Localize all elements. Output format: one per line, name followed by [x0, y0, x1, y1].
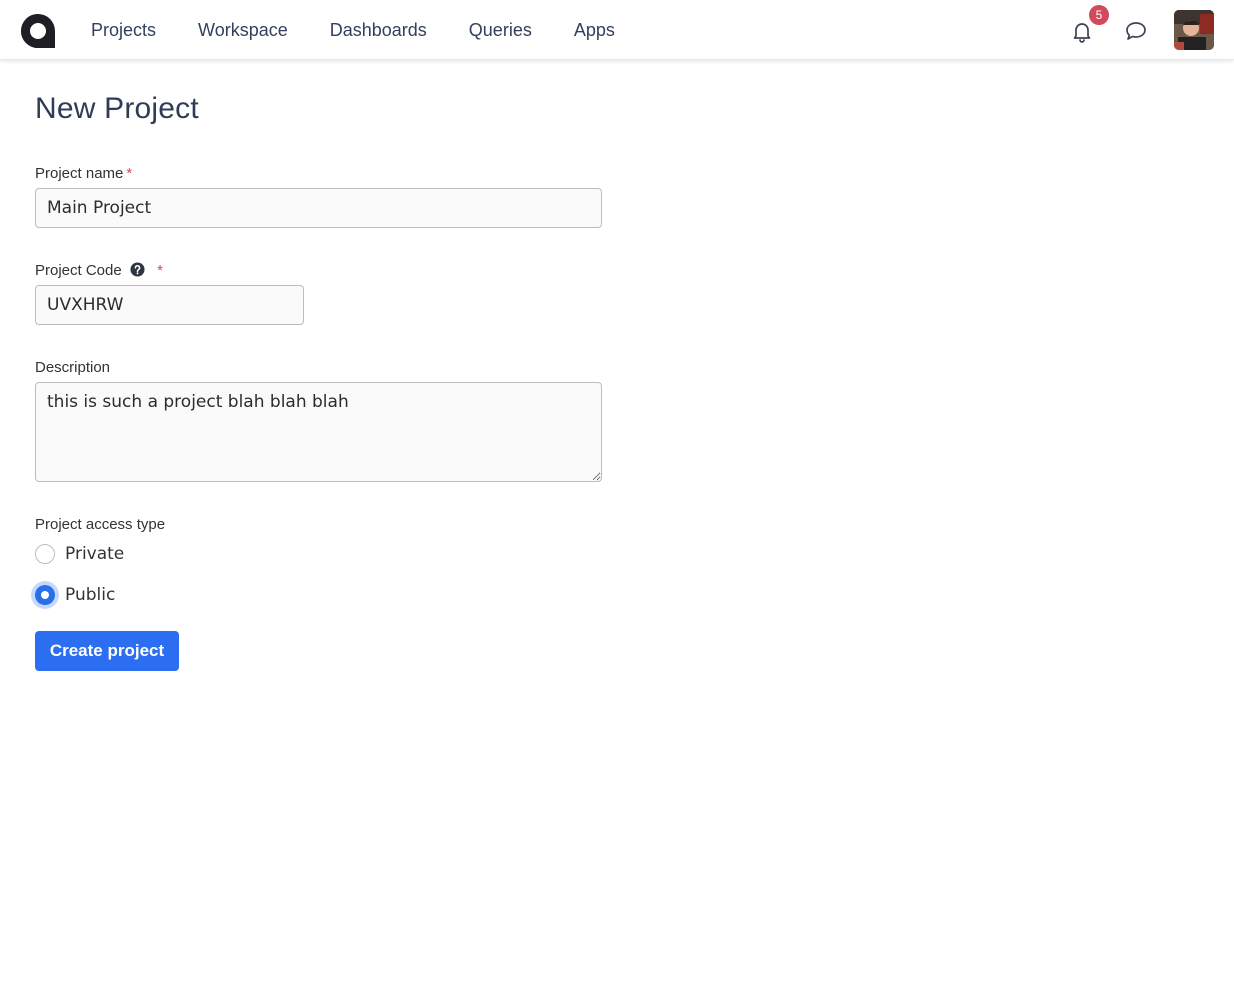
radio-private-label: Private [65, 544, 125, 564]
project-name-input[interactable] [35, 188, 602, 228]
top-navbar: Projects Workspace Dashboards Queries Ap… [0, 0, 1234, 60]
access-option-public[interactable]: Public [35, 585, 115, 605]
nav-item-projects[interactable]: Projects [70, 0, 177, 60]
required-marker: * [157, 262, 163, 279]
access-option-private[interactable]: Private [35, 544, 124, 564]
notification-count-badge: 5 [1089, 5, 1109, 25]
create-project-button[interactable]: Create project [35, 631, 179, 671]
required-marker: * [126, 165, 133, 182]
description-label: Description [35, 359, 111, 376]
app-logo-icon[interactable] [20, 13, 56, 49]
project-code-label: Project Code * [35, 262, 163, 279]
question-circle-icon[interactable] [130, 262, 145, 277]
project-name-label: Project name * [35, 165, 132, 182]
access-type-label: Project access type [35, 516, 166, 533]
radio-public[interactable] [35, 585, 55, 605]
project-code-label-text: Project Code [35, 262, 122, 279]
page-title: New Project [35, 92, 199, 125]
chat-bubble-icon[interactable] [1124, 19, 1148, 43]
nav-item-apps[interactable]: Apps [553, 0, 636, 60]
description-textarea[interactable]: this is such a project blah blah blah [35, 382, 602, 482]
nav-item-workspace[interactable]: Workspace [177, 0, 309, 60]
project-code-input[interactable] [35, 285, 304, 325]
nav-item-dashboards[interactable]: Dashboards [309, 0, 448, 60]
bell-icon[interactable] [1070, 19, 1094, 43]
user-avatar[interactable] [1174, 10, 1214, 50]
nav-item-queries[interactable]: Queries [448, 0, 553, 60]
main-nav: Projects Workspace Dashboards Queries Ap… [70, 0, 636, 60]
avatar-image [1174, 10, 1214, 50]
project-name-label-text: Project name [35, 165, 124, 182]
radio-private[interactable] [35, 544, 55, 564]
radio-public-label: Public [65, 585, 116, 605]
